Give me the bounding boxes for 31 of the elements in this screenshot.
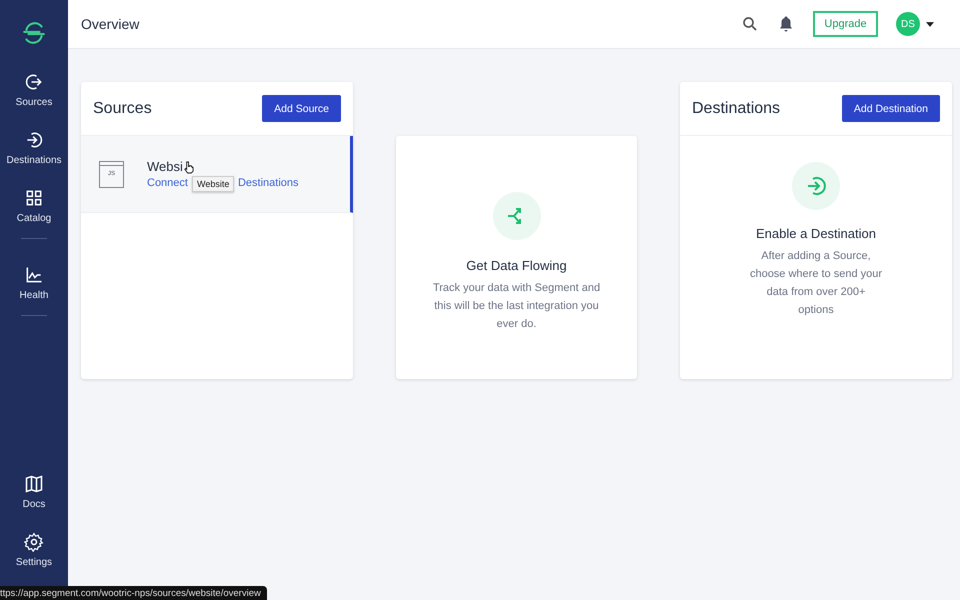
sidebar-item[interactable]: Catalog xyxy=(16,188,52,224)
sidebar-item[interactable]: Sources xyxy=(16,72,52,108)
sidebar-item[interactable]: Settings xyxy=(16,532,52,568)
add-destination-button[interactable]: Add Destination xyxy=(842,95,940,122)
hand-cursor-icon xyxy=(182,161,194,174)
exit-arrow-icon xyxy=(24,72,44,92)
search-icon[interactable] xyxy=(741,15,759,33)
split-arrows-icon xyxy=(492,192,540,240)
add-source-button[interactable]: Add Source xyxy=(262,95,341,122)
sidebar-item[interactable]: Health xyxy=(20,265,48,301)
page-title: Overview xyxy=(81,16,140,32)
source-name: Websi xyxy=(147,159,183,174)
card-heading: Get Data Flowing xyxy=(466,258,567,273)
logo-icon xyxy=(21,20,47,46)
link-text[interactable]: Destinations xyxy=(238,177,299,189)
sidebar-item[interactable]: Destinations xyxy=(6,130,62,166)
caret-icon[interactable] xyxy=(926,22,934,26)
status-bar-url: ttps://app.segment.com/wootric-nps/sources/website/overview xyxy=(0,586,267,600)
sidebar-item[interactable]: Docs xyxy=(22,474,46,510)
card-heading: Enable a Destination xyxy=(756,226,876,241)
card-title: Sources xyxy=(93,100,152,118)
book-icon xyxy=(24,474,44,494)
grid-icon xyxy=(24,188,44,208)
bell-icon[interactable] xyxy=(777,15,795,33)
tooltip: Website xyxy=(192,176,234,192)
link-text[interactable]: Connect xyxy=(147,177,188,189)
card-description: After adding a Source, choose where to send your data from over 200+ options xyxy=(748,249,884,318)
card-description: Track your data with Segment and this will be the last integration you ever do. xyxy=(432,281,602,332)
settings-icon xyxy=(24,532,44,552)
chart-icon xyxy=(24,265,44,285)
card-title: Destinations xyxy=(692,100,780,118)
